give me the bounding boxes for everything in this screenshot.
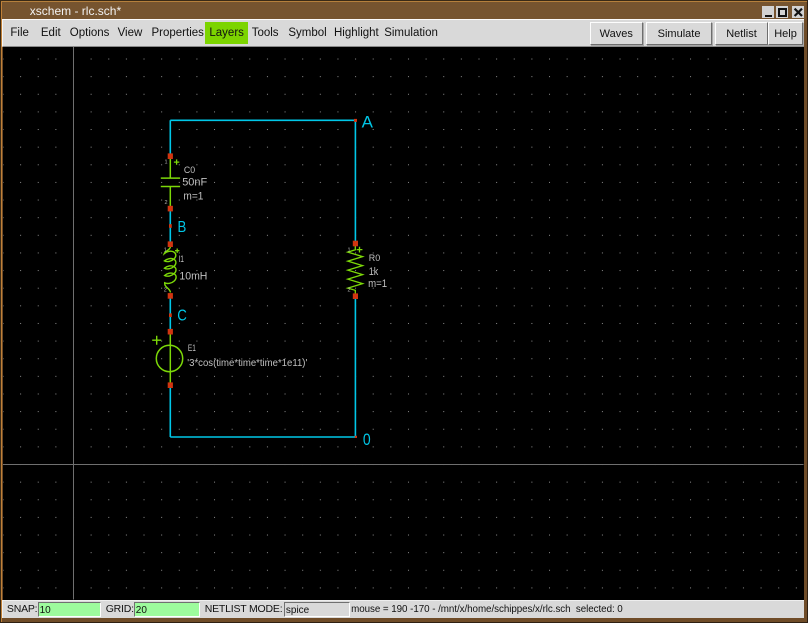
- svg-text:0: 0: [363, 430, 371, 449]
- svg-text:2: 2: [348, 287, 351, 293]
- svg-text:m=1: m=1: [368, 278, 387, 290]
- svg-text:1k: 1k: [369, 266, 379, 278]
- svg-text:A: A: [362, 113, 374, 132]
- svg-text:2: 2: [165, 200, 168, 206]
- svg-text:2: 2: [164, 287, 167, 293]
- svg-text:1: 1: [164, 247, 167, 253]
- svg-text:1: 1: [165, 160, 168, 166]
- svg-text:B: B: [178, 219, 187, 236]
- svg-text:10mH: 10mH: [179, 270, 207, 282]
- svg-text:m=1: m=1: [183, 190, 203, 202]
- svg-text:'3*cos(time*time*time*1e11)': '3*cos(time*time*time*1e11)': [187, 357, 307, 369]
- svg-text:1: 1: [348, 247, 351, 253]
- svg-text:R0: R0: [369, 253, 380, 263]
- svg-text:E1: E1: [188, 343, 196, 353]
- svg-text:C0: C0: [184, 165, 195, 175]
- svg-text:C: C: [177, 308, 187, 325]
- svg-text:50nF: 50nF: [182, 177, 207, 189]
- svg-text:l1: l1: [179, 254, 184, 264]
